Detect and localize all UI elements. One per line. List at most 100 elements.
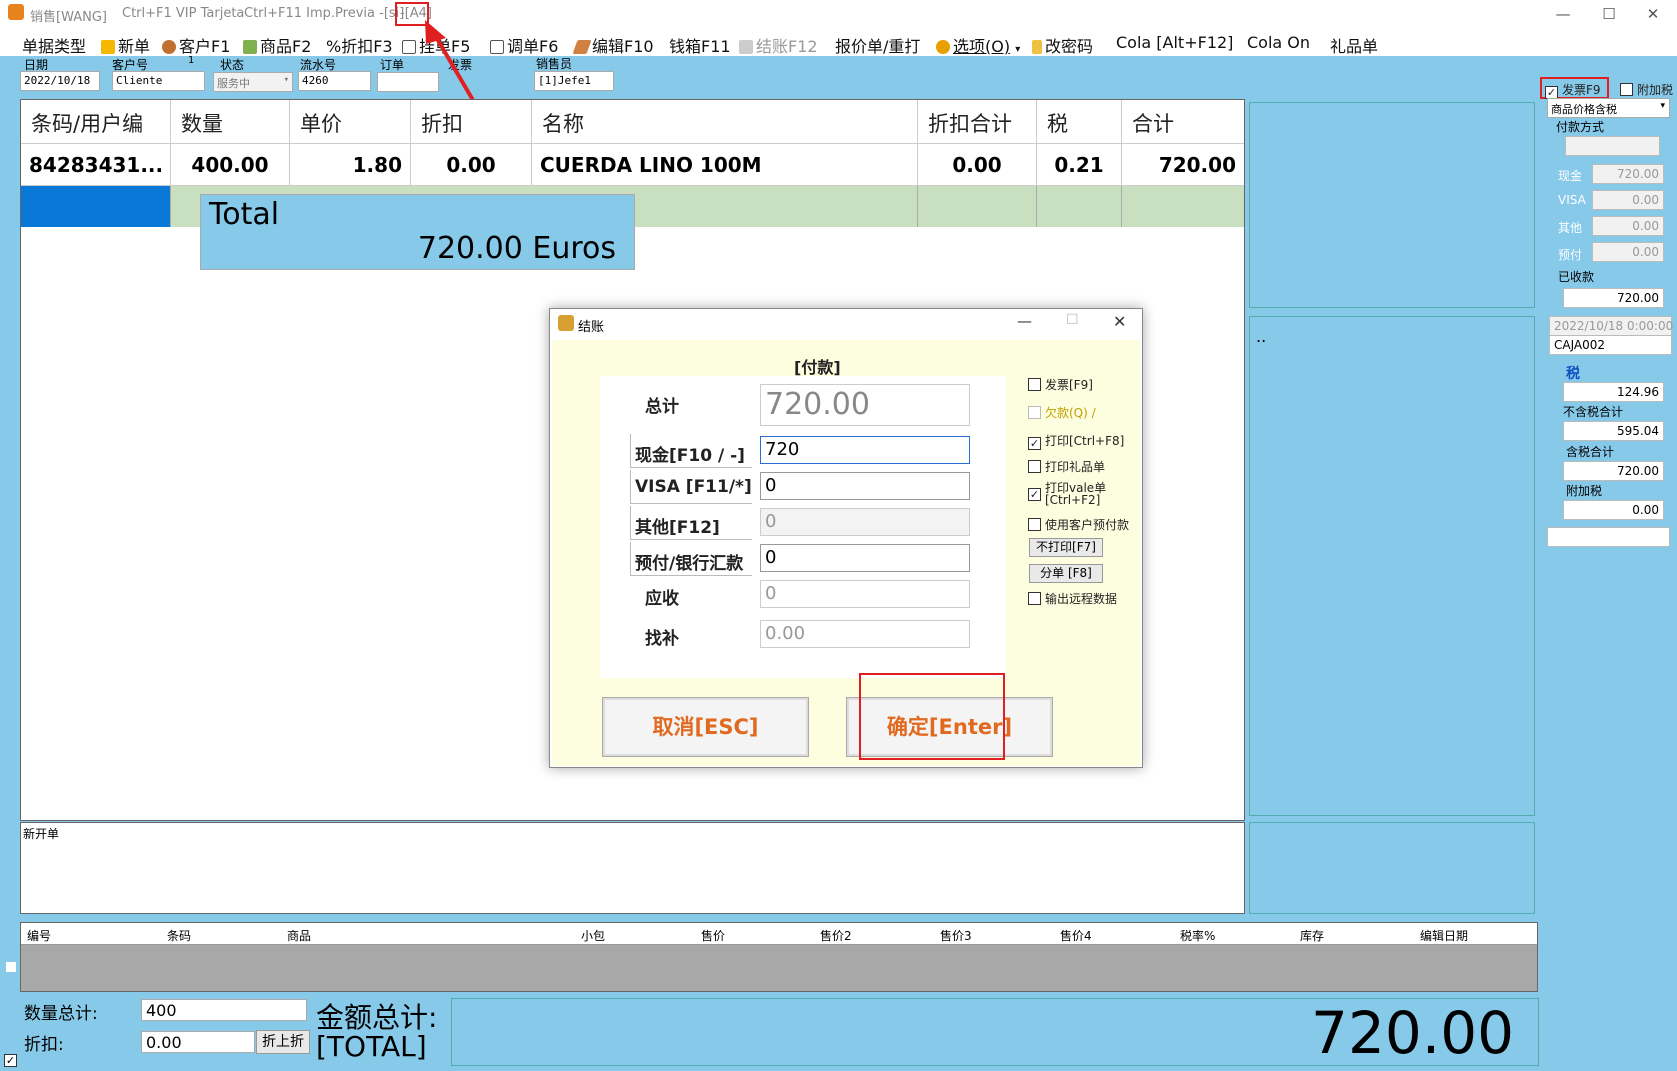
product-table-header: 编号 条码 商品 小包 售价 售价2 售价3 售价4 税率% 库存 编辑日期 xyxy=(21,923,1537,945)
caja-field[interactable]: CAJA002 xyxy=(1549,335,1672,355)
invoice-checkbox[interactable]: ✓ 发票F9 xyxy=(1545,81,1601,99)
toolbar-discount[interactable]: %折扣F3 xyxy=(326,33,393,57)
pcol-pack[interactable]: 小包 xyxy=(581,927,605,944)
toolbar-cashbox[interactable]: 钱箱F11 xyxy=(669,33,731,57)
amount-total-value: 720.00 xyxy=(1311,999,1514,1067)
toolbar-cola-on[interactable]: Cola On xyxy=(1247,33,1310,52)
pcol-barcode[interactable]: 条码 xyxy=(167,927,191,944)
payment-method-field[interactable] xyxy=(1565,136,1660,156)
toolbar-options[interactable]: 选项(O) ▾ xyxy=(936,33,1020,57)
new-row-cell[interactable] xyxy=(1122,186,1244,227)
toolbar-cola[interactable]: Cola [Alt+F12] xyxy=(1116,33,1233,52)
toolbar-checkout[interactable]: 结账F12 xyxy=(739,33,818,57)
col-price[interactable]: 单价 xyxy=(290,100,411,144)
opt-remote-checkbox[interactable]: 输出远程数据 xyxy=(1028,590,1117,607)
minimize-icon[interactable]: — xyxy=(1540,2,1586,26)
pcol-price4[interactable]: 售价4 xyxy=(1060,927,1092,944)
withtax-label: 含税合计 xyxy=(1566,445,1615,459)
no-print-button[interactable]: 不打印[F7] xyxy=(1029,538,1103,557)
notax-field: 595.04 xyxy=(1563,421,1664,441)
dlg-cash-label: 现金[F10 / -] xyxy=(635,446,745,466)
memo-label: 新开单 xyxy=(23,827,60,841)
opt-print-checkbox[interactable]: ✓ 打印[Ctrl+F8] xyxy=(1028,432,1124,450)
discount-field[interactable]: 0.00 xyxy=(141,1031,255,1053)
toolbar-quote[interactable]: 报价单/重打 xyxy=(835,33,920,57)
pcol-price2[interactable]: 售价2 xyxy=(820,927,852,944)
highlight-box xyxy=(859,673,1005,760)
dialog-close-icon[interactable]: ✕ xyxy=(1113,312,1126,331)
row-tax[interactable]: 0.21 xyxy=(1037,144,1122,186)
status-select[interactable]: 服务中 ▾ xyxy=(213,72,293,92)
toolbar-edit[interactable]: 编辑F10 xyxy=(572,33,654,57)
pcol-stock[interactable]: 库存 xyxy=(1300,927,1324,944)
opt-debt-checkbox: 欠款(Q) / xyxy=(1028,404,1096,421)
prepaid-label: 预付 xyxy=(1558,248,1583,262)
row-barcode[interactable]: 84283431... xyxy=(21,144,171,186)
dlg-cash-input[interactable]: 720 xyxy=(760,436,970,464)
toolbar-password[interactable]: 改密码 xyxy=(1032,33,1093,57)
toolbar-new[interactable]: 新单 xyxy=(101,33,150,57)
dlg-visa-input[interactable]: 0 xyxy=(760,472,970,500)
pcol-taxrate[interactable]: 税率% xyxy=(1180,927,1215,944)
pcol-product[interactable]: 商品 xyxy=(287,927,311,944)
visa-field: 0.00 xyxy=(1592,190,1664,210)
info-panel-bottom xyxy=(1249,822,1535,914)
payment-section-title: [付款] xyxy=(794,358,841,377)
row-name[interactable]: CUERDA LINO 100M xyxy=(532,144,918,186)
pcol-edit-date[interactable]: 编辑日期 xyxy=(1420,927,1468,944)
surcharge-checkbox[interactable]: 附加税 xyxy=(1620,81,1673,98)
row-disc-total[interactable]: 0.00 xyxy=(918,144,1037,186)
extra-tax-label: 附加税 xyxy=(1566,484,1603,498)
col-barcode[interactable]: 条码/用户编 xyxy=(21,100,171,144)
memo-area[interactable]: 新开单 xyxy=(20,822,1245,914)
opt-vale-checkbox[interactable]: ✓ 打印vale单 [Ctrl+F2] xyxy=(1028,482,1114,506)
new-row-cell-selected[interactable] xyxy=(21,186,171,227)
opt-gift-checkbox[interactable]: 打印礼品单 xyxy=(1028,458,1105,475)
new-row-cell[interactable] xyxy=(918,186,1037,227)
dlg-prepaid-input[interactable]: 0 xyxy=(760,544,970,572)
pcol-id[interactable]: 编号 xyxy=(27,927,51,944)
toolbar-customer[interactable]: 客户F1 xyxy=(162,33,230,57)
product-icon xyxy=(243,40,257,54)
opt-prepay-checkbox[interactable]: 使用客户预付款 xyxy=(1028,516,1129,533)
dlg-prepaid-label: 预付/银行汇款 xyxy=(635,554,744,574)
col-qty[interactable]: 数量 xyxy=(171,100,290,144)
opt-invoice-checkbox[interactable]: 发票[F9] xyxy=(1028,376,1093,393)
row-discount[interactable]: 0.00 xyxy=(411,144,532,186)
empty-field[interactable] xyxy=(1547,527,1670,547)
col-total[interactable]: 合计 xyxy=(1122,100,1244,144)
close-icon[interactable]: ✕ xyxy=(1630,2,1676,26)
chevron-down-icon: ▾ xyxy=(1660,101,1665,111)
pcol-price1[interactable]: 售价 xyxy=(701,927,725,944)
visa-label: VISA xyxy=(1558,193,1586,207)
row-qty[interactable]: 400.00 xyxy=(171,144,290,186)
dialog-minimize-icon[interactable]: — xyxy=(1017,312,1032,330)
dlg-total-label: 总计 xyxy=(645,397,679,417)
serial-field[interactable]: 4260 xyxy=(298,71,371,91)
col-name[interactable]: 名称 xyxy=(532,100,918,144)
toolbar-gift[interactable]: 礼品单 xyxy=(1330,33,1378,57)
col-discount[interactable]: 折扣 xyxy=(411,100,532,144)
col-disc-total[interactable]: 折扣合计 xyxy=(918,100,1037,144)
row-price[interactable]: 1.80 xyxy=(290,144,411,186)
row-total[interactable]: 720.00 xyxy=(1122,144,1244,186)
extra-discount-button[interactable]: 折上折 xyxy=(256,1030,310,1054)
new-row-cell[interactable] xyxy=(1037,186,1122,227)
product-table: 编号 条码 商品 小包 售价 售价2 售价3 售价4 税率% 库存 编辑日期 xyxy=(20,922,1538,992)
price-mode-select[interactable]: 商品价格含税 ▾ xyxy=(1547,98,1670,118)
toolbar-doc-type[interactable]: 单据类型 xyxy=(22,33,86,57)
bottom-checkbox[interactable]: ✓ xyxy=(4,1054,17,1067)
customer-field[interactable]: Cliente xyxy=(112,71,205,91)
date-field[interactable]: 2022/10/18 xyxy=(20,71,100,91)
toolbar-product[interactable]: 商品F2 xyxy=(243,33,311,57)
coins-icon xyxy=(558,315,574,331)
pcol-price3[interactable]: 售价3 xyxy=(940,927,972,944)
cancel-button[interactable]: 取消[ESC] xyxy=(602,697,809,757)
maximize-icon[interactable]: ☐ xyxy=(1586,2,1632,26)
seller-field[interactable]: [1]Jefe1 xyxy=(534,71,614,91)
plus-icon xyxy=(101,40,115,54)
qty-total-label: 数量总计: xyxy=(24,1004,98,1024)
col-tax[interactable]: 税 xyxy=(1037,100,1122,144)
split-button[interactable]: 分单 [F8] xyxy=(1029,564,1103,583)
lock-icon xyxy=(1032,40,1042,54)
